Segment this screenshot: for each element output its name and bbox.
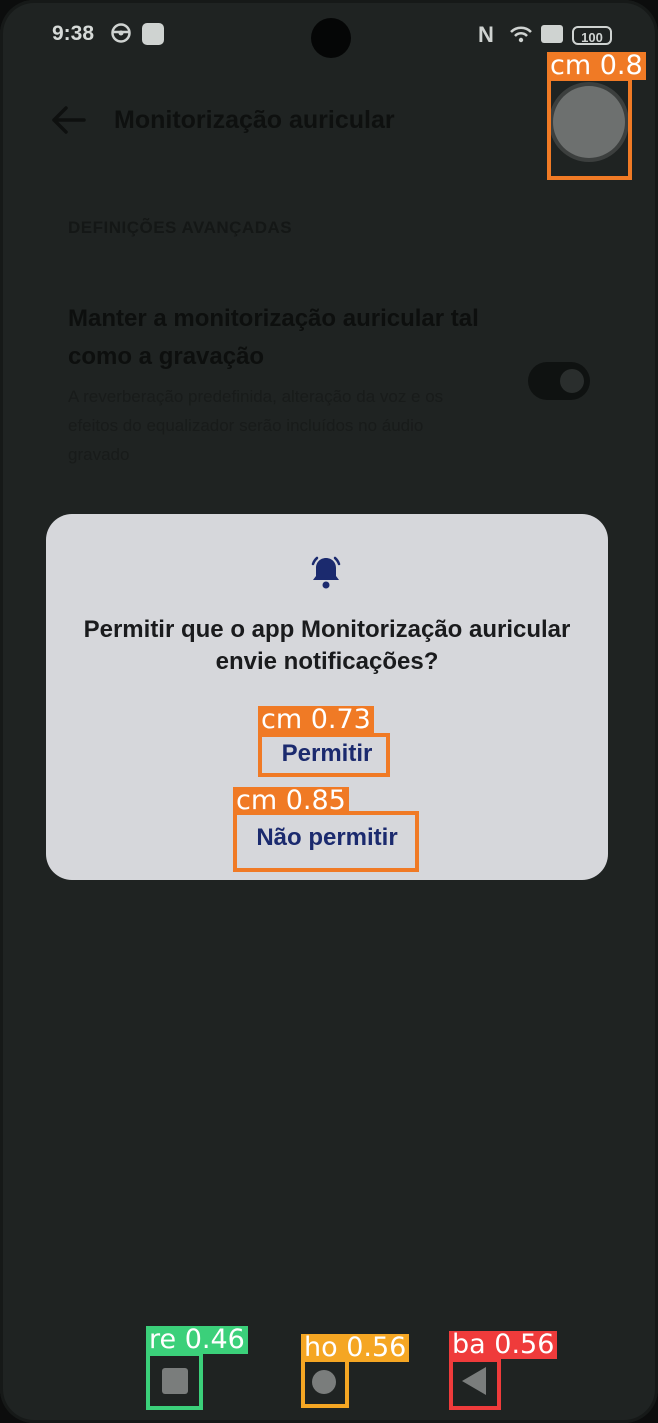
- toggle-knob: [560, 369, 584, 393]
- annotation-box-float: [547, 77, 632, 180]
- annotation-tag-deny: cm 0.85: [233, 787, 349, 815]
- bell-icon: [306, 552, 346, 592]
- nfc-icon: N: [478, 22, 494, 47]
- annotation-box-home: [301, 1358, 349, 1408]
- annotation-box-recent: [146, 1352, 203, 1410]
- sim-icon: [541, 25, 563, 43]
- annotation-box-back: [449, 1358, 501, 1410]
- wifi-icon: [509, 24, 533, 49]
- dialog-message: Permitir que o app Monitorização auricul…: [83, 616, 571, 675]
- battery-indicator: 100: [572, 26, 612, 45]
- setting-toggle[interactable]: [528, 362, 590, 400]
- annotation-tag-back: ba 0.56: [449, 1331, 558, 1359]
- annotation-box-deny: [233, 811, 419, 872]
- back-arrow-icon[interactable]: [48, 102, 88, 138]
- annotation-tag-home: ho 0.56: [301, 1334, 410, 1362]
- page-title: Monitorização auricular: [114, 106, 395, 134]
- annotation-tag-float: cm 0.8: [547, 52, 646, 80]
- steering-wheel-icon: [110, 22, 132, 49]
- annotation-box-allow: [258, 733, 390, 777]
- front-camera: [311, 18, 351, 58]
- annotation-tag-recent: re 0.46: [146, 1326, 248, 1354]
- app-notification-icon: [142, 23, 164, 45]
- section-header: DEFINIÇÕES AVANÇADAS: [68, 218, 293, 237]
- setting-description: A reverberação predefinida, alteração da…: [68, 387, 444, 464]
- phone-screen: 9:38 N 100 Monitorização auricular DEFIN…: [0, 0, 658, 1423]
- setting-title: Manter a monitorização auricular tal com…: [68, 305, 479, 370]
- annotation-tag-allow: cm 0.73: [258, 706, 374, 734]
- status-time: 9:38: [52, 22, 95, 45]
